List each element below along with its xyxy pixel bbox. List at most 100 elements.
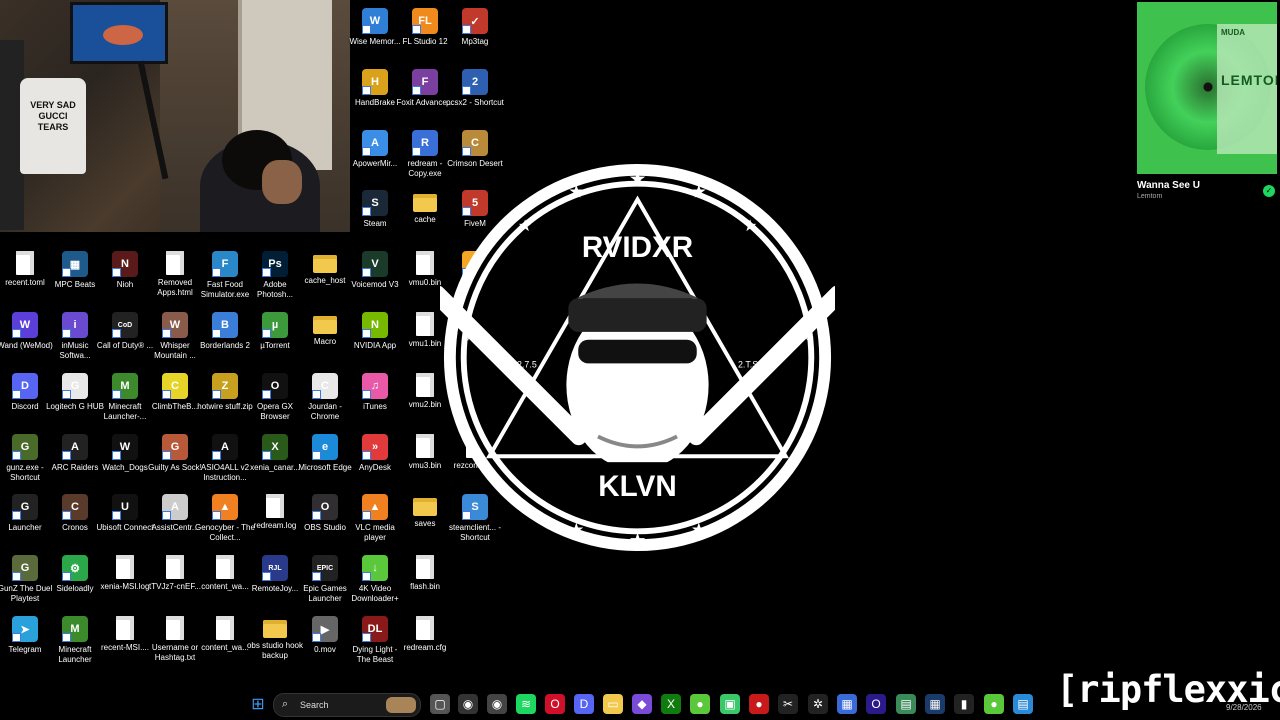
app-icon: S bbox=[362, 190, 388, 217]
start-windows-icon[interactable]: ⊞ bbox=[248, 694, 268, 714]
app-icon: C bbox=[62, 494, 88, 521]
app-icon: EPIC bbox=[312, 555, 338, 582]
app-icon: W bbox=[12, 312, 38, 338]
app-icon: C bbox=[462, 129, 488, 156]
app4-taskbar-icon[interactable]: ● bbox=[749, 694, 769, 714]
folder-icon bbox=[313, 316, 337, 334]
svg-text:★: ★ bbox=[629, 530, 647, 552]
app-icon: 2 bbox=[462, 68, 488, 95]
opera-taskbar-icon[interactable]: O bbox=[545, 694, 565, 714]
notepad-taskbar-icon[interactable]: ▤ bbox=[1013, 694, 1033, 714]
liked-check-icon[interactable]: ✓ bbox=[1263, 185, 1275, 197]
taskbar-search-box[interactable]: ⌕ Search bbox=[273, 693, 421, 717]
desktop-icon[interactable]: redream.cfg bbox=[395, 614, 455, 674]
file-icon bbox=[416, 433, 434, 458]
app-icon: C bbox=[162, 372, 188, 399]
app-icon: i bbox=[62, 312, 88, 338]
chatgpt-taskbar-icon[interactable]: ✲ bbox=[808, 694, 828, 714]
svg-text:★: ★ bbox=[629, 169, 647, 191]
xbox-taskbar-icon[interactable]: X bbox=[661, 694, 681, 714]
app-icon: F bbox=[212, 251, 238, 278]
chrome-taskbar-icon[interactable]: ◉ bbox=[458, 694, 478, 714]
app-icon: DL bbox=[362, 616, 388, 642]
folder-icon bbox=[263, 620, 287, 638]
capcut-taskbar-icon[interactable]: ✂ bbox=[778, 694, 798, 714]
app8-taskbar-icon[interactable]: ● bbox=[984, 694, 1004, 714]
file-icon bbox=[216, 555, 234, 580]
svg-text:★: ★ bbox=[518, 218, 532, 235]
app-icon: F bbox=[412, 68, 438, 95]
file-icon bbox=[166, 555, 184, 580]
svg-text:★: ★ bbox=[568, 182, 584, 202]
album-art[interactable]: MUDA LEMTOM bbox=[1137, 2, 1277, 174]
app-icon: ▲ bbox=[212, 494, 238, 521]
task-view-icon[interactable]: ▢ bbox=[430, 694, 450, 714]
app6-taskbar-icon[interactable]: ▤ bbox=[896, 694, 916, 714]
app-icon: W bbox=[362, 8, 388, 34]
app-icon: C bbox=[312, 372, 338, 399]
app-icon: W bbox=[162, 312, 188, 338]
folder-icon bbox=[413, 194, 437, 213]
track-title[interactable]: Wanna See U bbox=[1137, 180, 1277, 191]
file-icon bbox=[416, 616, 434, 640]
app-icon: U bbox=[112, 494, 138, 521]
app2-taskbar-icon[interactable]: ● bbox=[690, 694, 710, 714]
file-icon bbox=[166, 616, 184, 640]
app-icon: M bbox=[62, 616, 88, 642]
logo-bottom-text: KLVN bbox=[598, 470, 676, 503]
search-highlight-image bbox=[386, 697, 416, 713]
app-icon: Ps bbox=[262, 251, 288, 278]
app-icon: ➤ bbox=[12, 616, 38, 642]
file-icon bbox=[416, 372, 434, 397]
app3-taskbar-icon[interactable]: ▣ bbox=[720, 694, 740, 714]
app-icon: N bbox=[362, 312, 388, 338]
desktop-icon-label: flash.bin bbox=[410, 582, 440, 592]
app-icon: M bbox=[112, 372, 138, 399]
folder-icon bbox=[413, 498, 437, 517]
app-icon: G bbox=[12, 433, 38, 460]
app-icon: R bbox=[412, 129, 438, 156]
audio-taskbar-icon[interactable]: ▮ bbox=[954, 694, 974, 714]
app-icon: O bbox=[312, 494, 338, 521]
app-icon: A bbox=[62, 433, 88, 460]
app-icon: ⚙ bbox=[62, 555, 88, 582]
file-icon bbox=[416, 555, 434, 580]
app-icon: B bbox=[212, 312, 238, 338]
app-icon: G bbox=[162, 433, 188, 460]
spotify-taskbar-icon[interactable]: ≋ bbox=[516, 694, 536, 714]
app-icon: H bbox=[362, 68, 388, 95]
desktop-icon-label: redream.cfg bbox=[403, 643, 447, 652]
taskbar-clock[interactable]: 9/28/2026 bbox=[1226, 703, 1262, 712]
app-icon: G bbox=[62, 372, 88, 399]
webcam-person-face bbox=[262, 160, 302, 204]
app-icon: A bbox=[362, 129, 388, 156]
file-icon bbox=[266, 494, 284, 519]
logo-right-small: 2.T.S bbox=[738, 359, 758, 369]
desktop-icon[interactable]: 2 pcsx2 - Shortcut bbox=[445, 67, 505, 127]
app-icon: FL bbox=[412, 8, 438, 34]
chrome-active-taskbar-icon[interactable]: ◉ bbox=[487, 694, 507, 714]
file-icon bbox=[116, 616, 134, 640]
app-taskbar-icon[interactable]: ◆ bbox=[632, 694, 652, 714]
app-icon: O bbox=[262, 372, 288, 399]
app-icon: RJL bbox=[262, 555, 288, 582]
app-icon: e bbox=[312, 433, 338, 460]
desktop-icon[interactable]: flash.bin bbox=[395, 553, 455, 613]
file-icon bbox=[416, 312, 434, 336]
discord-taskbar-icon[interactable]: D bbox=[574, 694, 594, 714]
now-playing-widget[interactable]: MUDA LEMTOM Wanna See U Lemtom ✓ bbox=[1137, 2, 1277, 202]
app7-taskbar-icon[interactable]: ▦ bbox=[925, 694, 945, 714]
folder-icon bbox=[313, 255, 337, 274]
opera-gx-taskbar-icon[interactable]: O bbox=[866, 694, 886, 714]
file-explorer-taskbar-icon[interactable]: ▭ bbox=[603, 694, 623, 714]
track-artist[interactable]: Lemtom bbox=[1137, 193, 1277, 200]
app-icon: ▶ bbox=[312, 616, 338, 642]
app-icon: V bbox=[362, 251, 388, 278]
desktop-icon[interactable]: ✓ Mp3tag bbox=[445, 6, 505, 66]
app5-taskbar-icon[interactable]: ▦ bbox=[837, 694, 857, 714]
search-label: Search bbox=[300, 700, 329, 710]
webcam-tv bbox=[70, 2, 168, 64]
search-icon: ⌕ bbox=[282, 698, 289, 710]
wallpaper-logo: ★ ★ ★ ★ ★ ★ ★ ★ RVIDXR KLVN 2.7.5 2.T.S … bbox=[440, 163, 835, 552]
shirt-text: VERY SAD GUCCI TEARS bbox=[30, 100, 76, 132]
